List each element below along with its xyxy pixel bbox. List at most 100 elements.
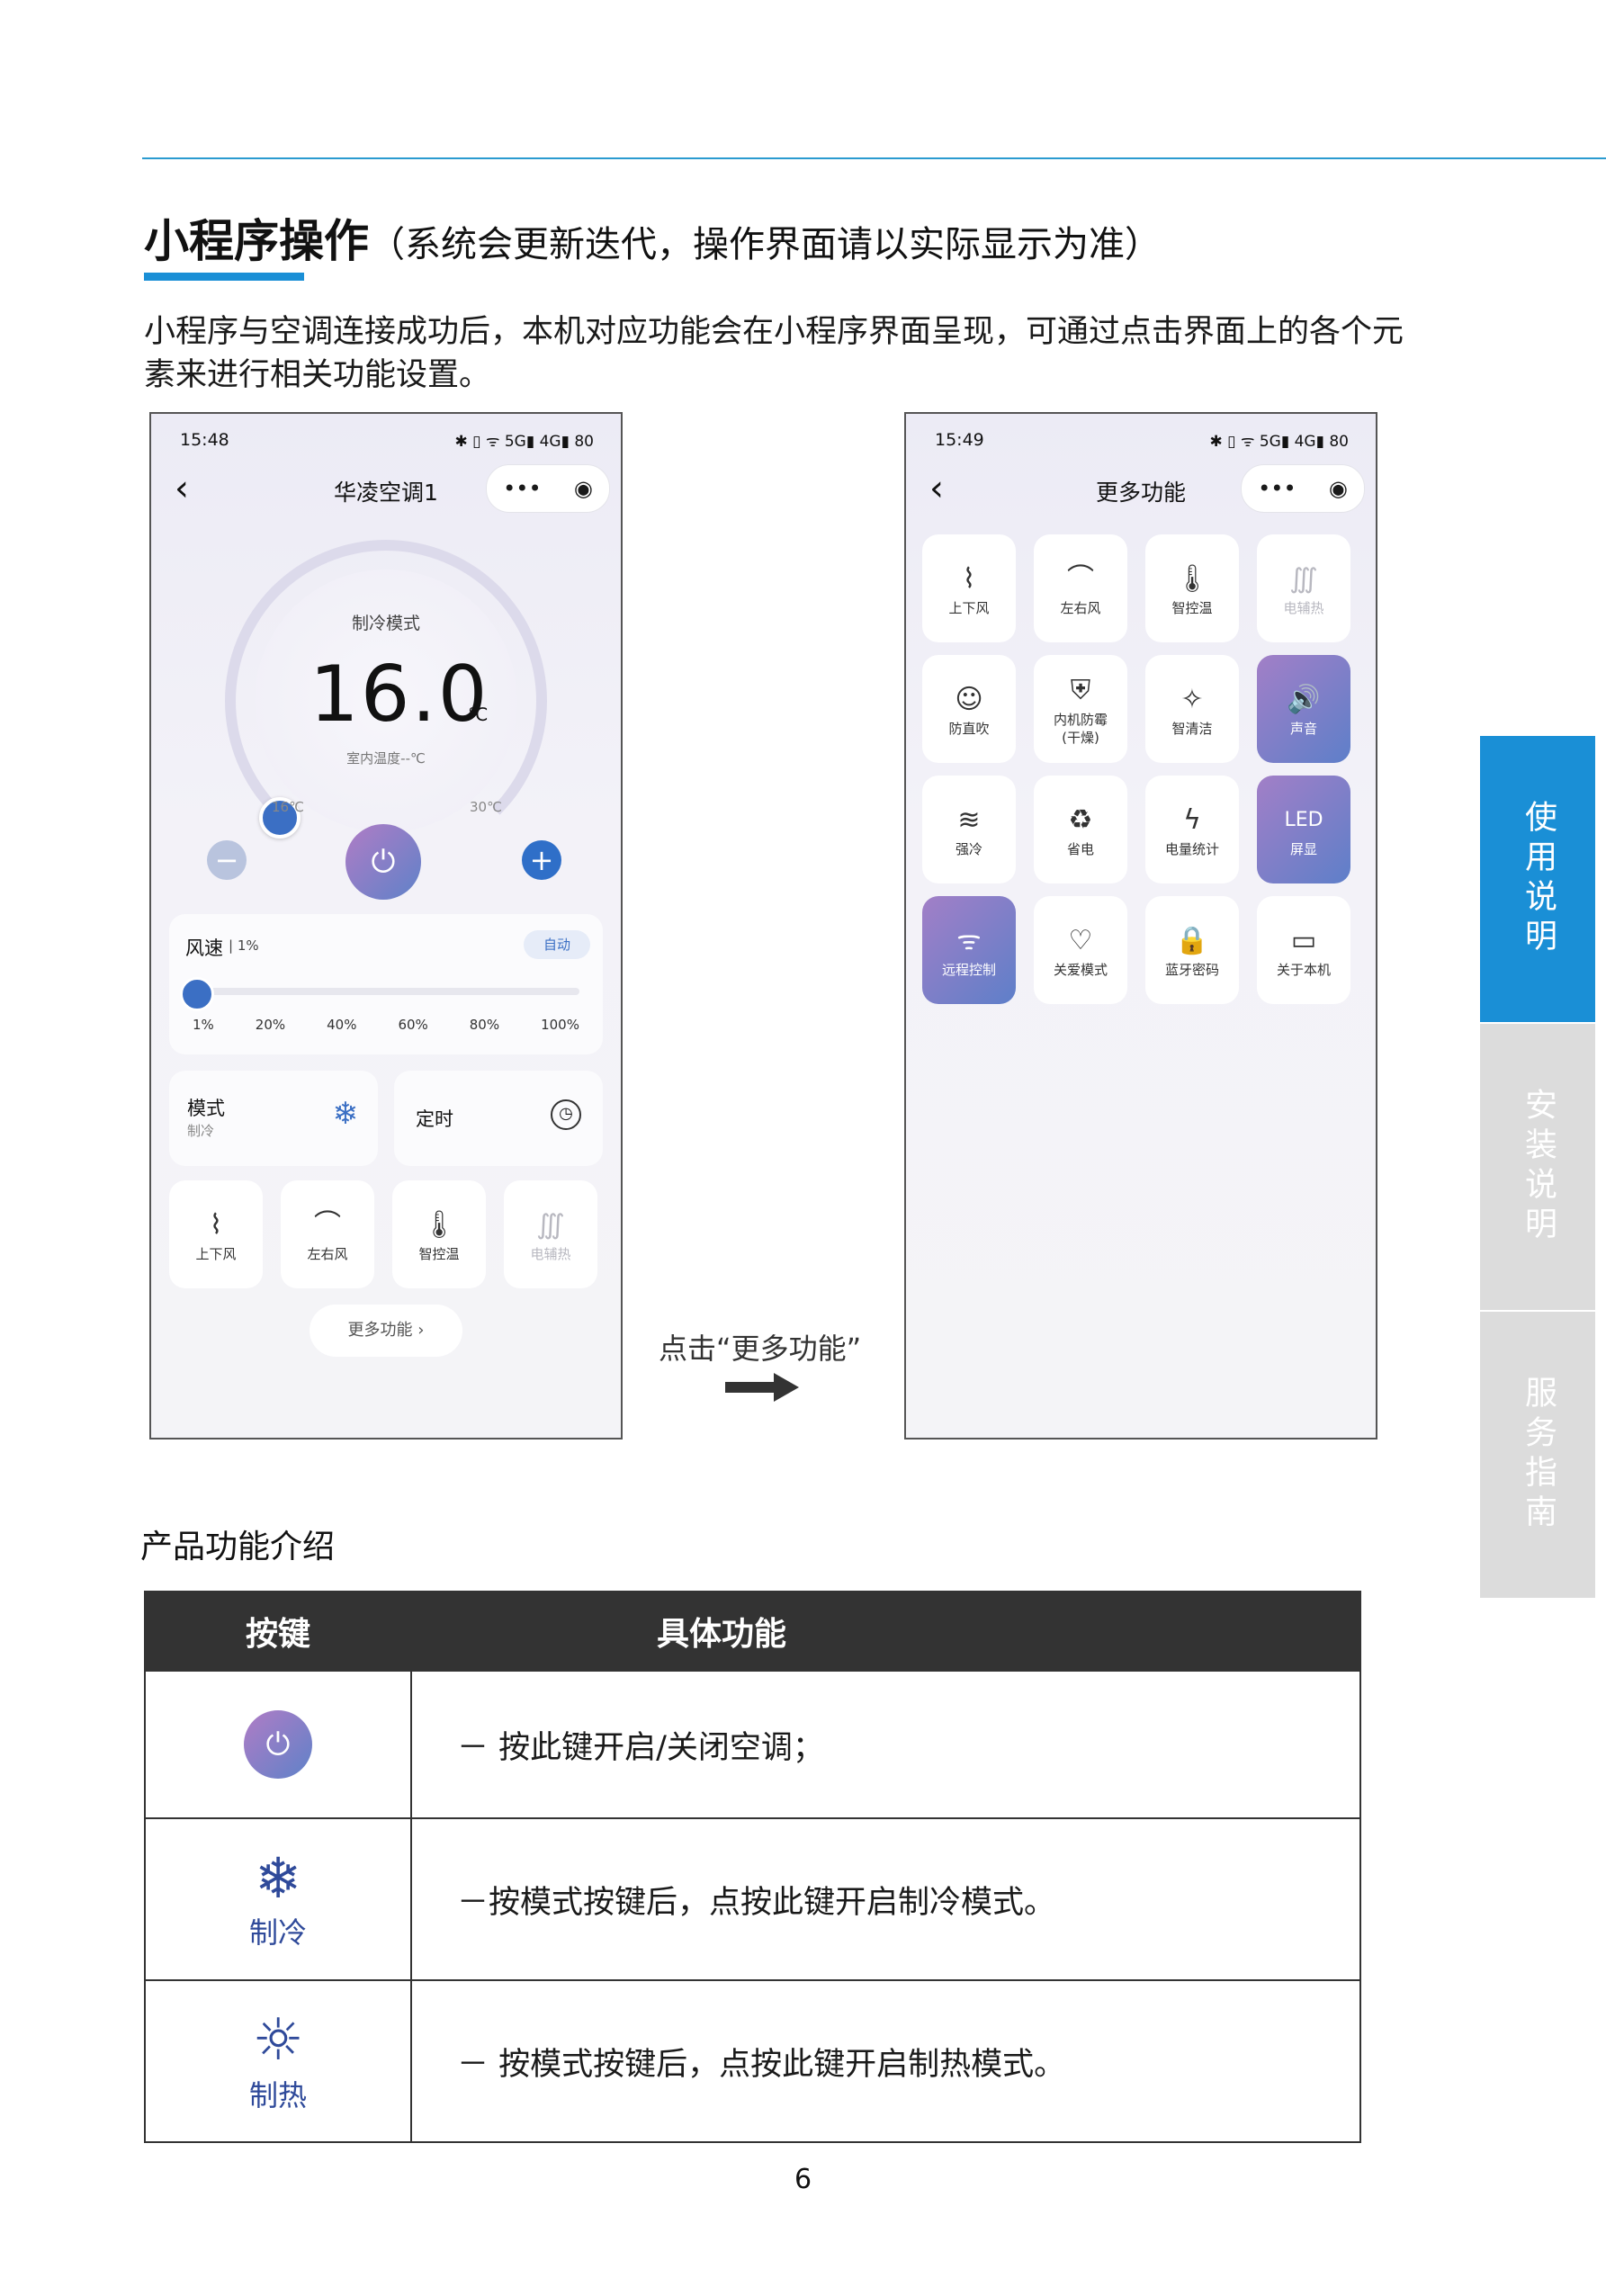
tile-eco[interactable]: ♻ 省电 [1034, 776, 1127, 883]
horizontal-swing-icon: ⌒ [1067, 563, 1094, 595]
side-tab-installation[interactable]: 安装说明 [1480, 1024, 1595, 1310]
mode-card-value: 制冷 [187, 1123, 215, 1139]
timer-card[interactable]: 定时 ◷ [394, 1071, 603, 1166]
fan-speed-value: | 1% [229, 937, 259, 954]
close-icon[interactable]: ◉ [574, 476, 593, 501]
tile-led[interactable]: LED 屏显 [1257, 776, 1350, 883]
phone-screenshot-main: 15:48 ✱ ▯ ᯤ 5G▮ 4G▮ 80 ‹ 华凌空调1 ••• ◉ 制冷模… [149, 412, 623, 1439]
phone-screenshot-more: 15:49 ✱ ▯ ᯤ 5G▮ 4G▮ 80 ‹ 更多功能 ••• ◉ ⌇ 上下风… [904, 412, 1377, 1439]
arrow-right-icon [774, 1373, 799, 1402]
dial-min-label: 16℃ [272, 799, 304, 815]
fan-speed-ticks: 1% 20% 40% 60% 80% 100% [193, 1017, 579, 1033]
top-rule [142, 157, 1606, 159]
thermometer-icon: 🌡 [1174, 563, 1210, 595]
anti-direct-blow-icon: ☺ [955, 684, 983, 715]
snowflake-icon: ❄ [255, 1845, 301, 1911]
table-header-row: 按键 具体功能 [144, 1591, 1361, 1672]
mini-program-capsule[interactable]: ••• ◉ [486, 464, 610, 513]
status-time: 15:49 [935, 430, 984, 450]
tile-remote-wifi[interactable]: ᯤ 远程控制 [922, 896, 1016, 1004]
tile-vertical-swing[interactable]: ⌇ 上下风 [169, 1180, 263, 1288]
temperature-value: 16.0 [310, 650, 489, 740]
tile-aux-heat[interactable]: ∭ 电辅热 [504, 1180, 597, 1288]
table-header-function: 具体功能 [410, 1591, 1361, 1672]
page-subtitle: 系统会更新迭代，操作界面请以实际显示为准 [405, 224, 1125, 265]
table-row: ☼ 制热 － 按模式按键后，点按此键开启制热模式。 [144, 1979, 1361, 2143]
more-icon[interactable]: ••• [503, 476, 541, 501]
fan-tick: 80% [469, 1017, 500, 1033]
clean-icon: ✧ [1180, 684, 1204, 715]
remote-wifi-icon: ᯤ [956, 925, 982, 956]
section-title: 产品功能介绍 [140, 1529, 336, 1565]
page-number: 6 [794, 2164, 812, 2195]
dial-max-label: 30℃ [470, 799, 502, 815]
side-tab-service[interactable]: 服务指南 [1480, 1312, 1595, 1598]
heart-icon: ♡ [1068, 925, 1093, 956]
cool-label: 制冷 [248, 1915, 307, 1950]
function-table: 按键 具体功能 ⏻ － 按此键开启/关闭空调； ❄ 制冷 －按模式按键后，点按此… [144, 1591, 1361, 2143]
tile-thermometer[interactable]: 🌡 智控温 [1145, 534, 1239, 642]
tile-clean[interactable]: ✧ 智清洁 [1145, 655, 1239, 763]
tile-aux-heat[interactable]: ∭ 电辅热 [1257, 534, 1350, 642]
table-cell-key: ❄ 制冷 [144, 1817, 412, 1981]
clock-icon: ◷ [551, 1099, 581, 1130]
title-underline [144, 273, 304, 281]
fan-auto-button[interactable]: 自动 [524, 930, 590, 959]
tile-horizontal-swing[interactable]: ⌒ 左右风 [281, 1180, 374, 1288]
side-tab-usage[interactable]: 使用说明 [1480, 736, 1595, 1022]
power-stats-icon: ϟ [1183, 804, 1201, 836]
vertical-swing-icon: ⌇ [209, 1209, 223, 1241]
more-functions-button[interactable]: 更多功能 › [310, 1305, 462, 1357]
timer-label: 定时 [416, 1108, 453, 1130]
table-cell-desc: － 按模式按键后，点按此键开启制热模式。 [410, 1979, 1361, 2143]
mode-text: 制冷模式 [351, 614, 420, 633]
thermometer-icon: 🌡 [421, 1209, 457, 1241]
fan-speed-track[interactable] [193, 988, 579, 995]
table-row: ⏻ － 按此键开启/关闭空调； [144, 1670, 1361, 1819]
page-title: 小程序操作（系统会更新迭代，操作界面请以实际显示为准） [144, 215, 1161, 267]
aux-heat-icon: ∭ [536, 1209, 565, 1241]
table-row: ❄ 制冷 －按模式按键后，点按此键开启制冷模式。 [144, 1817, 1361, 1981]
tile-vertical-swing[interactable]: ⌇ 上下风 [922, 534, 1016, 642]
tile-lock[interactable]: 🔒 蓝牙密码 [1145, 896, 1239, 1004]
tile-power-stats[interactable]: ϟ 电量统计 [1145, 776, 1239, 883]
tile-heart[interactable]: ♡ 关爱模式 [1034, 896, 1127, 1004]
increase-temp-button[interactable]: + [522, 840, 561, 880]
intro-paragraph: 小程序与空调连接成功后，本机对应功能会在小程序界面呈现，可通过点击界面上的各个元… [144, 314, 1404, 393]
fan-tick: 60% [398, 1017, 428, 1033]
table-cell-key: ☼ 制热 [144, 1979, 412, 2143]
decrease-temp-button[interactable]: − [207, 840, 247, 880]
heat-label: 制热 [248, 2078, 307, 2112]
tile-strong-cool[interactable]: ≋ 强冷 [922, 776, 1016, 883]
tile-smart-temp[interactable]: 🌡 智控温 [392, 1180, 486, 1288]
close-icon[interactable]: ◉ [1329, 476, 1348, 501]
tile-horizontal-swing[interactable]: ⌒ 左右风 [1034, 534, 1127, 642]
eco-icon: ♻ [1068, 804, 1093, 836]
aux-heat-icon: ∭ [1289, 563, 1318, 595]
anti-mold-icon: ⛨ [1070, 675, 1091, 706]
arrow-caption: 点击“更多功能” [659, 1332, 862, 1366]
status-time: 15:48 [180, 430, 229, 450]
table-cell-desc: －按模式按键后，点按此键开启制冷模式。 [410, 1817, 1361, 1981]
mode-card-label: 模式 [187, 1098, 225, 1119]
tile-anti-mold[interactable]: ⛨ 内机防霉 (干燥) [1034, 655, 1127, 763]
status-indicators: ✱ ▯ ᯤ 5G▮ 4G▮ 80 [454, 433, 594, 451]
power-icon: ⏻ [244, 1710, 312, 1779]
power-button[interactable]: ⏻ [345, 824, 421, 900]
status-indicators: ✱ ▯ ᯤ 5G▮ 4G▮ 80 [1209, 433, 1349, 451]
horizontal-swing-icon: ⌒ [314, 1209, 341, 1241]
mini-program-capsule[interactable]: ••• ◉ [1241, 464, 1365, 513]
led-icon: LED [1284, 809, 1323, 831]
more-icon[interactable]: ••• [1258, 476, 1296, 501]
tile-ac-unit[interactable]: ▭ 关于本机 [1257, 896, 1350, 1004]
tile-anti-direct-blow[interactable]: ☺ 防直吹 [922, 655, 1016, 763]
sun-icon: ☼ [252, 2007, 304, 2074]
fan-tick: 20% [255, 1017, 286, 1033]
indoor-temperature: 室内温度--℃ [346, 750, 426, 767]
fan-tick: 1% [193, 1017, 214, 1033]
table-header-key: 按键 [144, 1591, 412, 1672]
snowflake-icon: ❄ [332, 1096, 359, 1132]
fan-speed-handle[interactable] [180, 977, 214, 1011]
tile-speaker[interactable]: 🔊 声音 [1257, 655, 1350, 763]
mode-card[interactable]: 模式 制冷 ❄ [169, 1071, 378, 1166]
